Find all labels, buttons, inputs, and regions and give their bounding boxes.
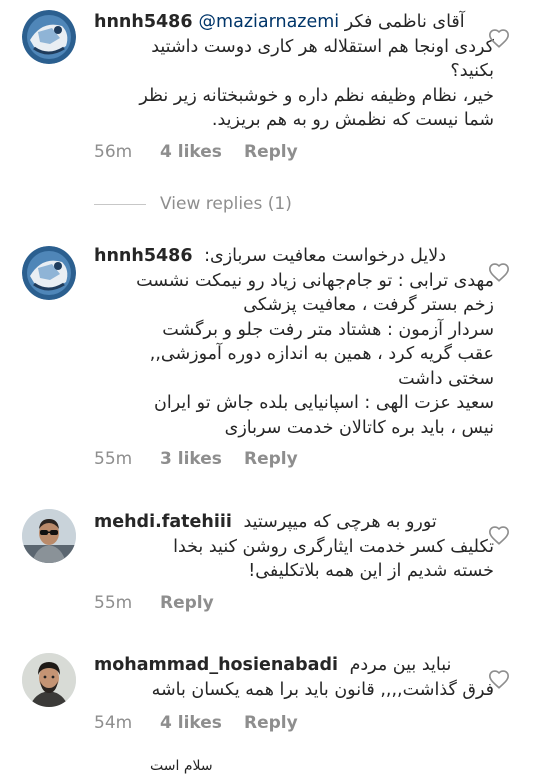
comment-line: تکلیف کسر خدمت ایثارگری روشن کنید بخدا	[173, 536, 494, 557]
timestamp: 56m	[94, 142, 133, 162]
comment-first-line-text: نباید بین مردم	[349, 655, 452, 675]
comment-first-line: hnnh5486 دلایل درخواست معافیت سربازی:	[94, 244, 494, 269]
comment-first-line: hnnh5486 @maziarnazemi آقای ناظمی فکر	[94, 10, 494, 35]
username[interactable]: mohammad_hosienabadi	[94, 655, 338, 675]
divider	[94, 203, 146, 205]
reply-button[interactable]: Reply	[244, 713, 298, 733]
comment-line: خسته شدیم از این همه بلاتکلیفی!	[248, 561, 494, 581]
likes-count[interactable]: 4 likes	[160, 142, 244, 162]
comment-line: بکنید؟	[450, 61, 494, 81]
comment-meta: 55m 3 likes Reply	[94, 447, 298, 471]
comment-line: خیر، نظام وظیفه نظم داره و خوشبختانه زیر…	[139, 85, 494, 106]
comment-line: زخم بستر گرفت ، معافیت پزشکی	[243, 295, 494, 315]
comment-line: سعید عزت الهی : اسپانیایی بلده جاش تو ای…	[153, 393, 494, 413]
comment-text: hnnh5486 دلایل درخواست معافیت سربازی: مه…	[94, 244, 494, 440]
avatar[interactable]	[22, 653, 76, 707]
avatar[interactable]	[22, 509, 76, 563]
timestamp: 55m	[94, 593, 133, 613]
heart-icon[interactable]	[488, 525, 510, 547]
comment-line: سردار آزمون : هشتاد متر رفت جلو و برگشت	[162, 319, 494, 340]
partial-next-comment: ﺳﻼﻡ ﺍﺳﺖ	[150, 758, 213, 774]
comment-line: سختی داشت	[398, 368, 494, 389]
comment-first-line-text: تورو به هرچی که میپرستید	[243, 512, 437, 532]
comment-meta: 55m Reply	[94, 591, 214, 615]
comment-line: عقب گریه کرد ، همین به اندازه دوره آموزش…	[149, 344, 494, 364]
comment-meta: 54m 4 likes Reply	[94, 711, 298, 735]
comment-line: نیس ، باید بره کاتالان خدمت سربازی	[224, 417, 494, 438]
comment-line: شما نیست که نظمش رو به هم بریزید.	[211, 110, 494, 130]
comment-text: mohammad_hosienabadi نباید بین مردم فرق …	[94, 653, 494, 702]
comment-first-line-text: دلایل درخواست معافیت سربازی:	[204, 246, 447, 266]
heart-icon[interactable]	[488, 262, 510, 284]
timestamp: 54m	[94, 713, 133, 733]
username[interactable]: hnnh5486	[94, 12, 193, 32]
heart-icon[interactable]	[488, 669, 510, 691]
comment-line: فرق گذاشت,,,, قانون باید برا همه یکسان ب…	[151, 679, 494, 700]
likes-count[interactable]: 4 likes	[160, 713, 244, 733]
comment-meta: 56m 4 likes Reply	[94, 140, 298, 164]
comment-line: کردی اونجا هم استقلاله هر کاری دوست داشت…	[151, 36, 494, 57]
comment-first-line-text: آقای ناظمی فکر	[344, 12, 465, 32]
comment-text: mehdi.fatehiii تورو به هرچی که میپرستید …	[94, 510, 494, 584]
comment-line: مهدی ترابی : تو جام‌جهانی زیاد رو نیمکت …	[136, 270, 494, 291]
username[interactable]: hnnh5486	[94, 246, 193, 266]
view-replies-label: View replies (1)	[160, 194, 292, 214]
avatar[interactable]	[22, 10, 76, 64]
comment-text: hnnh5486 @maziarnazemi آقای ناظمی فکر کرد…	[94, 10, 494, 133]
avatar[interactable]	[22, 246, 76, 300]
likes-count[interactable]: 3 likes	[160, 449, 244, 469]
view-replies-button[interactable]: View replies (1)	[94, 192, 292, 216]
timestamp: 55m	[94, 449, 133, 469]
username[interactable]: mehdi.fatehiii	[94, 512, 232, 532]
comment-first-line: mehdi.fatehiii تورو به هرچی که میپرستید	[94, 510, 494, 535]
reply-button[interactable]: Reply	[160, 593, 214, 613]
reply-button[interactable]: Reply	[244, 142, 298, 162]
comment-first-line: mohammad_hosienabadi نباید بین مردم	[94, 653, 494, 678]
reply-button[interactable]: Reply	[244, 449, 298, 469]
mention-link[interactable]: @maziarnazemi	[199, 12, 340, 32]
heart-icon[interactable]	[488, 28, 510, 50]
